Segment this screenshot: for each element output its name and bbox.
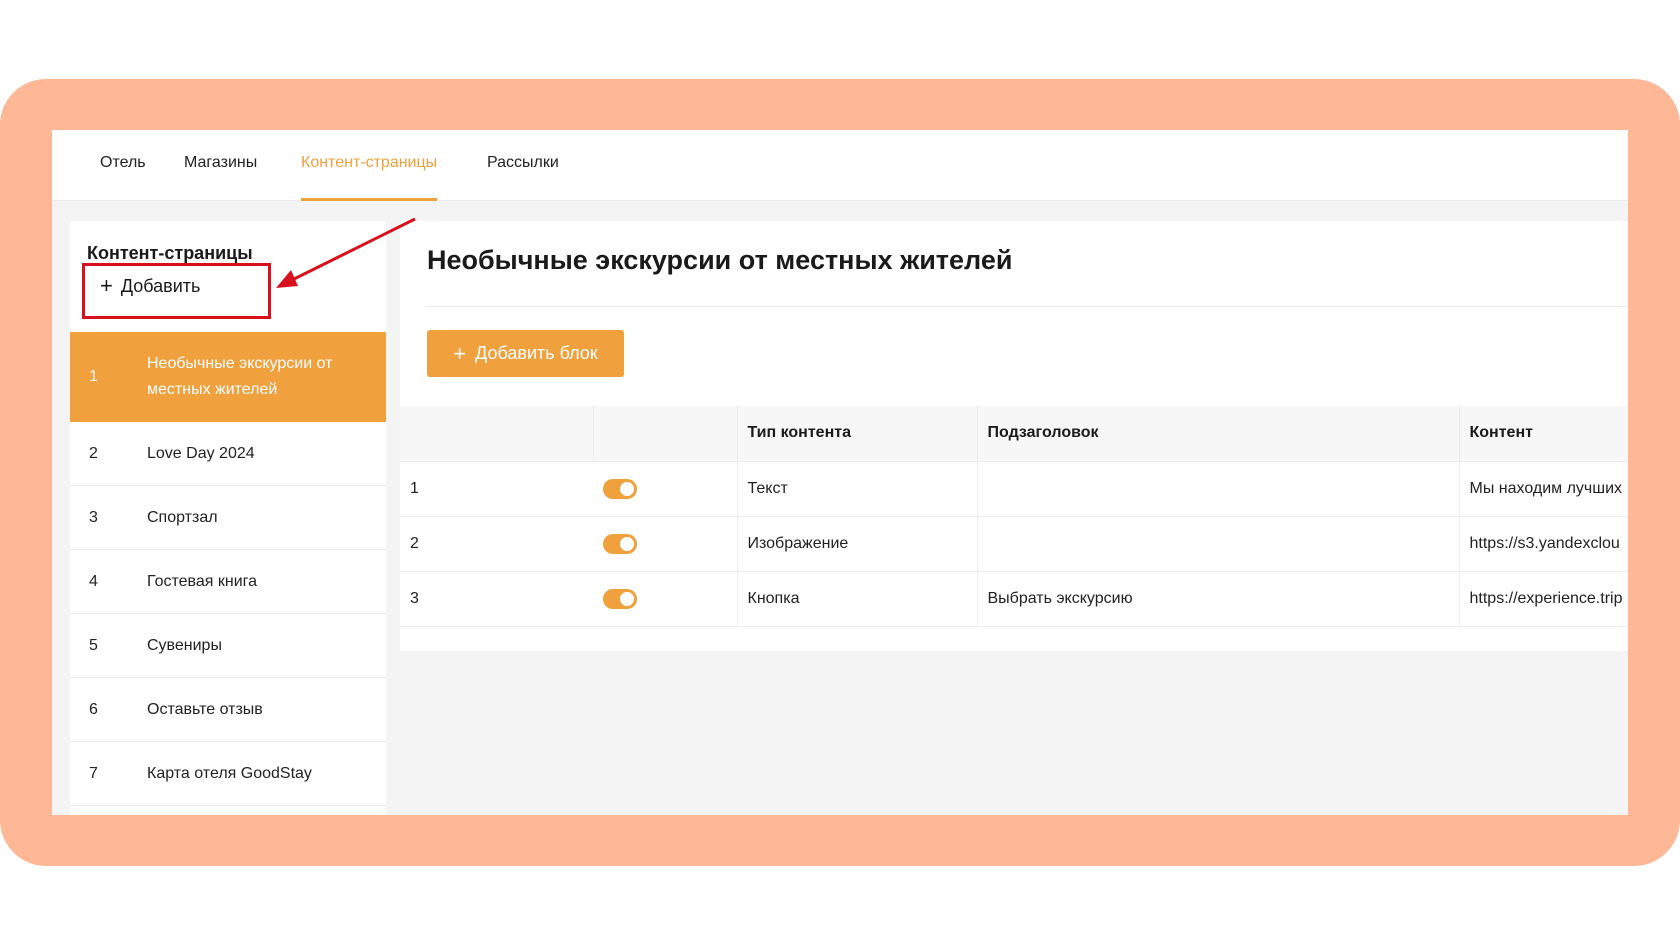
list-item[interactable]: 6 Оставьте отзыв — [70, 678, 386, 742]
content-type-cell: Изображение — [737, 516, 978, 572]
item-number: 6 — [89, 700, 98, 718]
item-number: 7 — [89, 764, 98, 782]
content-cell: Мы находим лучших — [1459, 461, 1628, 517]
toggle-switch[interactable] — [603, 533, 637, 554]
list-item[interactable]: 7 Карта отеля GoodStay — [70, 742, 386, 806]
list-item[interactable]: 4 Гостевая книга — [70, 550, 386, 614]
table-row[interactable]: 1 Текст Мы находим лучших — [400, 461, 1628, 517]
plus-icon: + — [453, 340, 467, 366]
item-number: 5 — [89, 636, 98, 654]
item-title: Спортзал — [147, 508, 218, 526]
row-number: 1 — [400, 461, 593, 517]
tab-mailings[interactable]: Рассылки — [487, 130, 559, 201]
row-number: 3 — [400, 571, 593, 627]
item-title: Оставьте отзыв — [147, 700, 263, 718]
tab-shops[interactable]: Магазины — [184, 130, 257, 201]
item-number: 4 — [89, 572, 98, 590]
content-type-cell: Текст — [737, 461, 978, 517]
toggle-switch[interactable] — [603, 588, 637, 609]
item-title: Гостевая книга — [147, 572, 258, 590]
toggle-cell — [593, 571, 738, 627]
toggle-cell — [593, 461, 738, 517]
add-page-label: Добавить — [120, 275, 201, 296]
tab-content-pages[interactable]: Контент-страницы — [301, 130, 438, 201]
item-title: Необычные экскурсии от местных жителей — [147, 355, 333, 398]
column-header-content-type: Тип контента — [737, 406, 978, 462]
item-number: 2 — [89, 444, 98, 462]
table-header-row: Тип контента Подзаголовок Контент — [400, 406, 1628, 462]
toggle-cell — [593, 516, 738, 572]
item-title: Love Day 2024 — [147, 444, 255, 462]
content-pages-panel: Контент-страницы + Добавить 1 Необычные … — [70, 221, 386, 815]
list-item[interactable]: 2 Love Day 2024 — [70, 422, 386, 486]
item-title: Карта отеля GoodStay — [147, 764, 312, 782]
item-number: 3 — [89, 508, 98, 526]
list-item[interactable]: 1 Необычные экскурсии от местных жителей — [70, 332, 386, 422]
table-row[interactable]: 2 Изображение https://s3.yandexclou — [400, 516, 1628, 572]
column-header-content: Контент — [1459, 406, 1628, 462]
content-type-cell: Кнопка — [737, 571, 978, 627]
column-header-subtitle: Подзаголовок — [977, 406, 1460, 462]
subtitle-cell: Выбрать экскурсию — [977, 571, 1460, 627]
add-block-button[interactable]: + Добавить блок — [427, 330, 624, 377]
add-block-label: Добавить блок — [475, 343, 598, 363]
top-navigation: Отель Магазины Контент-страницы Рассылки — [52, 130, 1628, 201]
subtitle-cell — [977, 461, 1460, 517]
content-cell: https://s3.yandexclou — [1459, 516, 1628, 572]
blocks-table: Тип контента Подзаголовок Контент 1 Текс… — [400, 406, 1628, 627]
add-page-button[interactable]: + Добавить — [100, 270, 200, 302]
pages-list: 1 Необычные экскурсии от местных жителей… — [70, 332, 386, 806]
table-row[interactable]: 3 Кнопка Выбрать экскурсию https://exper… — [400, 571, 1628, 627]
column-header — [400, 406, 594, 462]
divider — [427, 306, 1628, 307]
app-screen: Отель Магазины Контент-страницы Рассылки… — [52, 130, 1628, 815]
row-number: 2 — [400, 516, 593, 572]
panel-title: Контент-страницы — [87, 243, 253, 263]
page-editor: Необычные экскурсии от местных жителей +… — [400, 221, 1628, 651]
item-title: Сувениры — [147, 636, 222, 654]
column-header — [593, 406, 738, 462]
page-title: Необычные экскурсии от местных жителей — [427, 245, 1013, 275]
content-cell: https://experience.trip — [1459, 571, 1628, 627]
list-item[interactable]: 5 Сувениры — [70, 614, 386, 678]
item-number: 1 — [89, 368, 98, 385]
subtitle-cell — [977, 516, 1460, 572]
plus-icon: + — [100, 273, 113, 298]
list-item[interactable]: 3 Спортзал — [70, 486, 386, 550]
toggle-switch[interactable] — [603, 478, 637, 499]
tab-hotel[interactable]: Отель — [100, 130, 146, 201]
